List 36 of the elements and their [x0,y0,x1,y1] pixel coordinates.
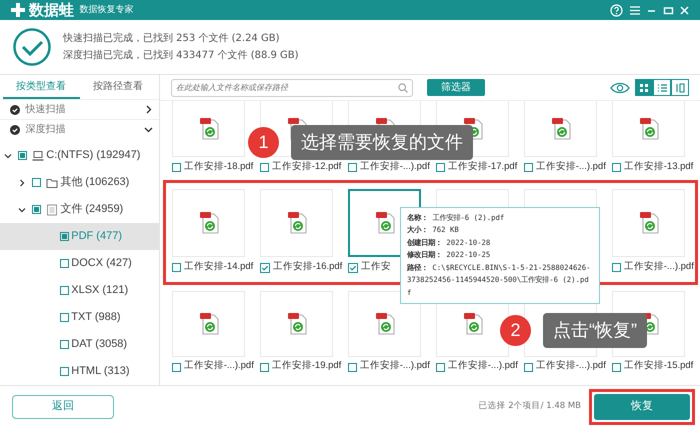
file-name: 工作安排-...).pdf [360,160,430,174]
app-subtitle: 数据恢复专家 [79,3,134,16]
file-name: 工作安排-...).pdf [536,160,606,174]
scan-section-label: 快速扫描 [26,102,66,118]
tree-label: DOCX (427) [71,256,132,272]
file-name: 工作安排-...).pdf [184,359,254,374]
file-name: 工作安排-...).pdf [536,359,606,374]
tree-label: XLSX (121) [71,283,128,298]
scan-summary-text: 快速扫描已完成，已找到 253 个文件 (2.24 GB) [63,32,280,46]
file-name: 工作安排-12.pdf [272,160,342,174]
scan-section-label: 深度扫描 [26,122,66,138]
tree-label: 文件 (24959) [60,202,124,218]
selection-status: 已选择 2个项目/ 1.48 MB [478,400,581,413]
file-name: 工作安排-19.pdf [272,359,342,374]
file-name: 工作安排-14.pdf [184,260,254,274]
step-number-badge: 2 [500,315,531,346]
tree-label: 其他 (106263) [60,175,130,190]
app-name: 数据蛙 [28,2,74,18]
file-name: 工作安 [360,260,391,274]
file-name: 工作安排-17.pdf [448,160,518,174]
file-name: 工作安排-18.pdf [184,160,254,174]
tree-label: PDF (477) [71,229,122,244]
file-name: 工作安排-16.pdf [272,260,342,274]
tree-label: C:(NTFS) (192947) [46,148,140,164]
tree-label: HTML (313) [71,364,130,380]
step-number-badge: 1 [248,127,279,158]
scan-summary-text: 深度扫描已完成，已找到 433477 个文件 (88.9 GB) [63,48,299,63]
file-name: 工作安排-15.pdf [624,359,694,374]
file-name: 工作安排-...).pdf [360,359,430,374]
tree-label: TXT (988) [71,310,121,326]
file-name: 工作安排-13.pdf [624,160,694,174]
tree-label: DAT (3058) [71,337,128,352]
file-name: 工作安排-...).pdf [624,260,694,274]
callout-tooltip: 点击“恢复” [543,313,647,348]
file-name: 工作安排-...).pdf [448,359,518,374]
callout-tooltip: 选择需要恢复的文件 [291,125,473,160]
